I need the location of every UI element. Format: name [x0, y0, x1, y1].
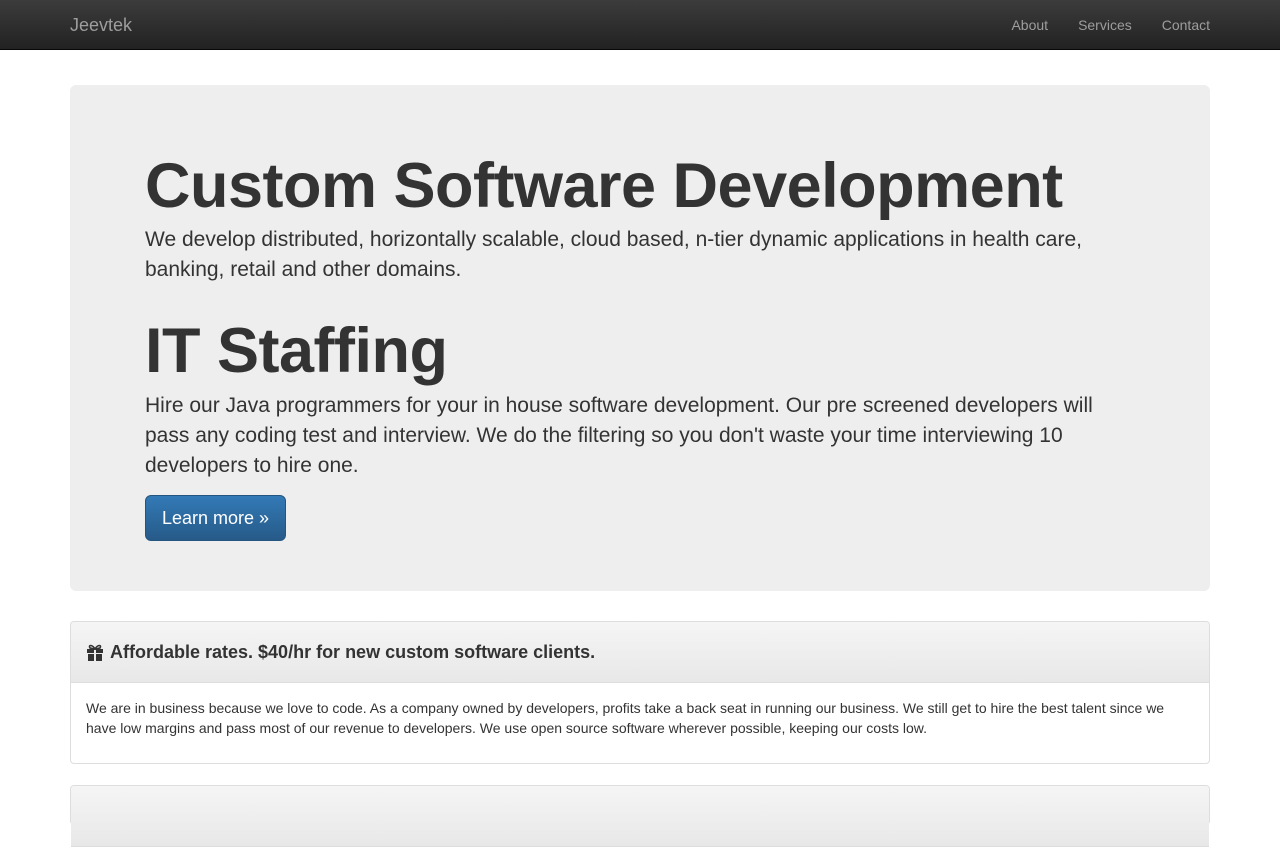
panel-affordable-rates: Affordable rates. $40/hr for new custom … [70, 621, 1210, 764]
hero-paragraph-custom-software: We develop distributed, horizontally sca… [145, 228, 1082, 282]
panel-heading: Affordable rates. $40/hr for new custom … [71, 622, 1209, 683]
panel-title-text: Affordable rates. $40/hr for new custom … [110, 641, 596, 662]
top-navbar: Jeevtek About Services Contact [0, 0, 1280, 50]
brand-link[interactable]: Jeevtek [70, 0, 132, 50]
panel-body: We are in business because we love to co… [86, 700, 1165, 736]
nav-links: About Services Contact [996, 0, 1210, 50]
panel-next [70, 785, 1210, 847]
nav-link-contact[interactable]: Contact [1147, 0, 1210, 50]
learn-more-button[interactable]: Learn more » [145, 494, 287, 541]
panel-heading-next [71, 786, 1209, 847]
nav-link-services[interactable]: Services [1063, 0, 1147, 50]
gift-icon [87, 644, 103, 661]
hero-heading-it-staffing: IT Staffing [145, 316, 448, 387]
hero-paragraph-it-staffing: Hire our Java programmers for your in ho… [145, 393, 1093, 477]
panel-title: Affordable rates. $40/hr for new custom … [86, 642, 595, 663]
hero-jumbotron: Custom Software Development We develop d… [70, 85, 1210, 591]
nav-link-about[interactable]: About [996, 0, 1063, 50]
hero-heading-custom-software: Custom Software Development [145, 151, 1063, 221]
